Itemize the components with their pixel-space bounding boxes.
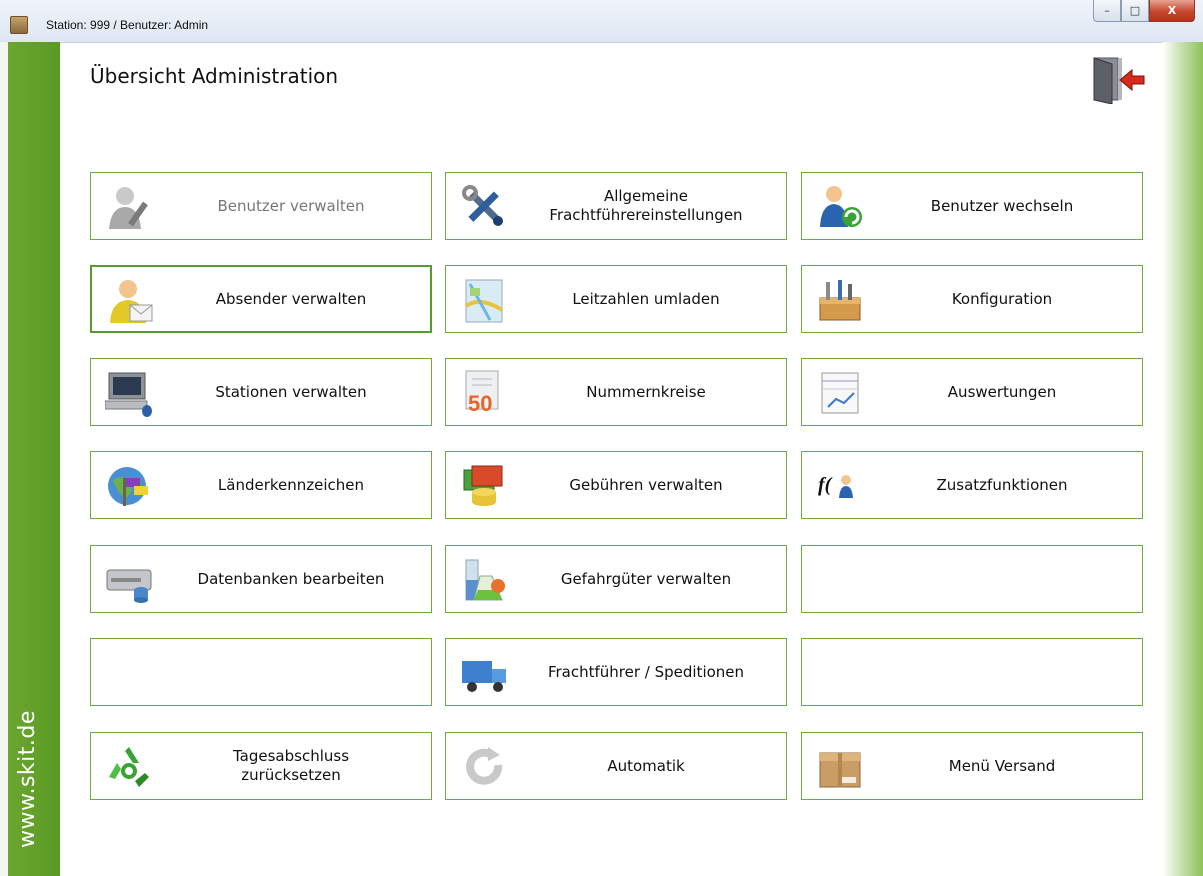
tile-menü-versand[interactable]: Menü Versand: [801, 732, 1143, 800]
tile-automatik[interactable]: Automatik: [445, 732, 787, 800]
truck-icon: [460, 649, 508, 697]
minimize-button[interactable]: –: [1093, 0, 1121, 22]
tile-label: Auswertungen: [947, 382, 1057, 401]
tile-absender-verwalten[interactable]: Absender verwalten: [90, 265, 432, 333]
tile-label: Allgemeine Frachtführereinstellungen: [549, 187, 743, 224]
icon-badge: f(: [818, 474, 832, 496]
user-switch-icon: [816, 183, 864, 231]
tile-label: Benutzer wechseln: [930, 196, 1074, 215]
tile-label: Leitzahlen umladen: [572, 289, 720, 308]
close-button[interactable]: X: [1149, 0, 1195, 22]
toolbox-icon: [816, 276, 864, 324]
chemicals-icon: [460, 556, 508, 604]
icon-badge: 50: [468, 391, 493, 416]
tile-benutzer-verwalten[interactable]: Benutzer verwalten: [90, 172, 432, 240]
package-icon: [816, 743, 864, 791]
tile-zusatzfunktionen[interactable]: f( Zusatzfunktionen: [801, 451, 1143, 519]
tile-label: Konfiguration: [951, 289, 1053, 308]
close-icon: X: [1167, 4, 1177, 17]
tile-label: Nummernkreise: [586, 382, 706, 401]
tile-label: Stationen verwalten: [215, 382, 367, 401]
computer-icon: [104, 369, 153, 417]
site-url-text: www.skit.de: [15, 710, 40, 848]
tile-empty-17: [801, 638, 1143, 706]
refresh-icon: [460, 743, 508, 791]
right-decoration: [1163, 42, 1203, 876]
tile-stationen-verwalten[interactable]: Stationen verwalten: [90, 358, 432, 426]
tile-gefahrgüter-verwalten[interactable]: Gefahrgüter verwalten: [445, 545, 787, 613]
tile-label: Frachtführer / Speditionen: [547, 662, 745, 681]
tile-leitzahlen-umladen[interactable]: Leitzahlen umladen: [445, 265, 787, 333]
title-bar: Station: 999 / Benutzer: Admin – □ X: [0, 0, 1203, 43]
tile-label: Automatik: [607, 756, 685, 775]
tile-label: Absender verwalten: [215, 289, 367, 308]
tile-allgemeine-frachtführereinstellungen[interactable]: Allgemeine Frachtführereinstellungen: [445, 172, 787, 240]
tile-konfiguration[interactable]: Konfiguration: [801, 265, 1143, 333]
tile-label: Datenbanken bearbeiten: [197, 569, 385, 588]
tile-empty-15: [90, 638, 432, 706]
user-mail-icon: [106, 277, 154, 325]
tile-label: Gefahrgüter verwalten: [560, 569, 732, 588]
user-pen-icon: [105, 183, 153, 231]
sidebar-edge: [0, 42, 8, 876]
exit-button[interactable]: [1090, 56, 1146, 105]
app-icon: [10, 16, 28, 34]
tile-frachtführer--speditionen[interactable]: Frachtführer / Speditionen: [445, 638, 787, 706]
exit-door-icon: [1093, 57, 1145, 105]
map-icon: [460, 276, 508, 324]
maximize-button[interactable]: □: [1121, 0, 1149, 22]
tile-label: Gebühren verwalten: [569, 475, 723, 494]
tools-icon: [460, 183, 508, 231]
recycle-icon: [105, 743, 153, 791]
tile-nummernkreise[interactable]: 50 Nummernkreise: [445, 358, 787, 426]
maximize-icon: □: [1129, 4, 1141, 17]
tile-gebühren-verwalten[interactable]: Gebühren verwalten: [445, 451, 787, 519]
money-icon: [460, 462, 508, 510]
window-controls: – □ X: [1093, 0, 1195, 22]
tile-benutzer-wechseln[interactable]: Benutzer wechseln: [801, 172, 1143, 240]
function-icon: f(: [816, 462, 864, 510]
number-50-icon: 50: [460, 369, 508, 417]
tile-label: Tagesabschluss zurücksetzen: [232, 747, 350, 784]
globe-flag-icon: [105, 462, 153, 510]
tile-auswertungen[interactable]: Auswertungen: [801, 358, 1143, 426]
minimize-icon: –: [1104, 4, 1110, 17]
report-icon: [816, 369, 864, 417]
tile-label: Länderkennzeichen: [217, 475, 365, 494]
tile-tagesabschluss-zurücksetzen[interactable]: Tagesabschluss zurücksetzen: [90, 732, 432, 800]
tile-label: Zusatzfunktionen: [936, 475, 1068, 494]
window-title: Station: 999 / Benutzer: Admin: [46, 18, 209, 32]
page-title: Übersicht Administration: [90, 64, 339, 88]
tile-label: Menü Versand: [948, 756, 1056, 775]
tile-label: Benutzer verwalten: [217, 196, 365, 215]
tile-datenbanken-bearbeiten[interactable]: Datenbanken bearbeiten: [90, 545, 432, 613]
tile-empty-14: [801, 545, 1143, 613]
database-icon: [105, 556, 153, 604]
tile-länderkennzeichen[interactable]: Länderkennzeichen: [90, 451, 432, 519]
